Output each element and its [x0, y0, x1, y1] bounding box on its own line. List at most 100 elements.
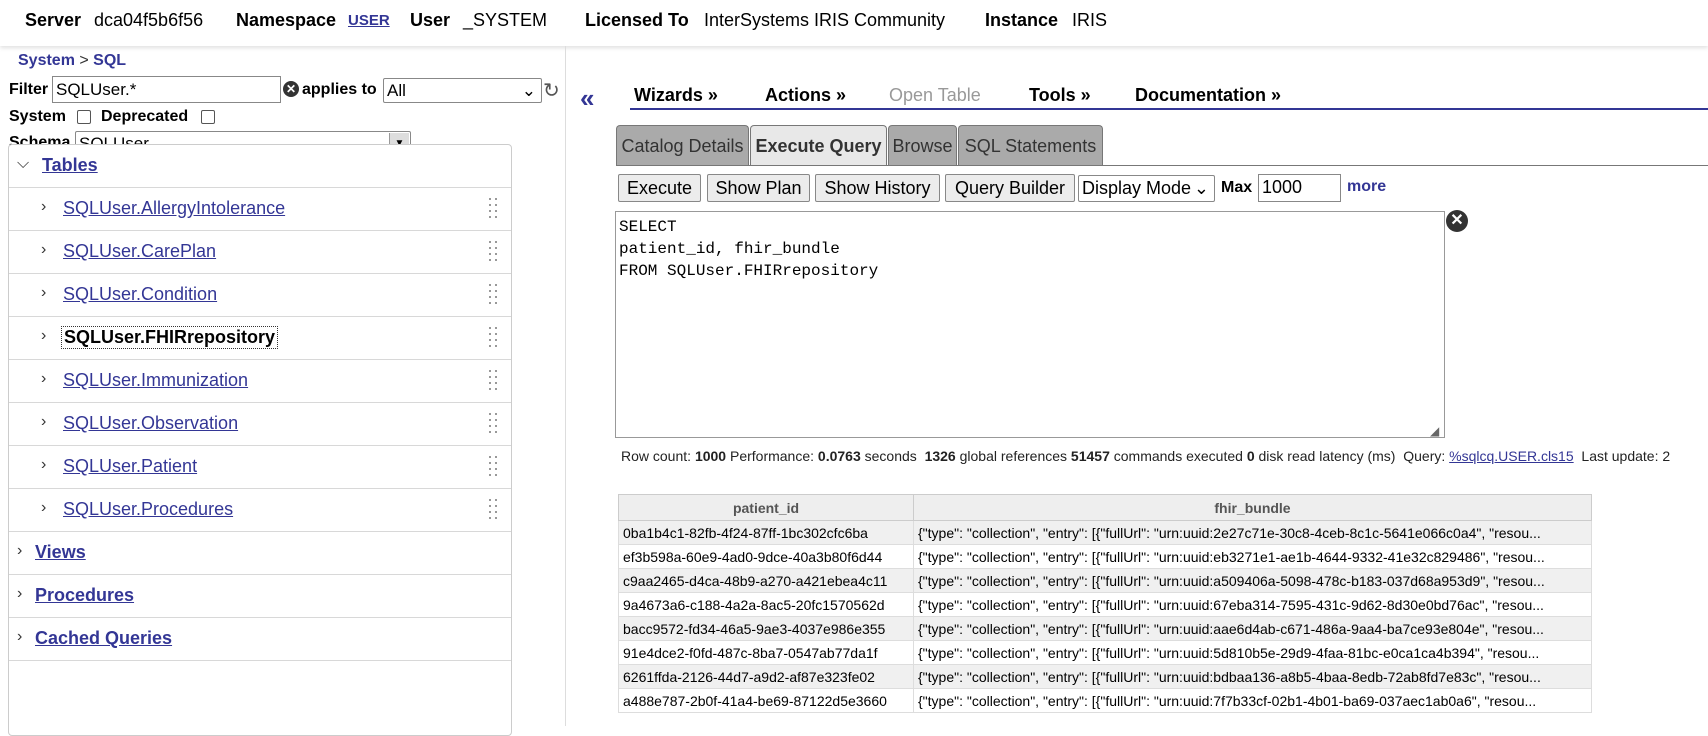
table-header-row: patient_id fhir_bundle: [618, 494, 1592, 521]
performance-label: Performance:: [729, 448, 815, 464]
system-label: System: [9, 108, 66, 125]
table-row: bacc9572-fd34-46a5-9ae3-4037e986e355 {"ty…: [618, 616, 1592, 641]
breadcrumb-system[interactable]: System: [18, 52, 75, 69]
views-link[interactable]: Views: [35, 542, 86, 563]
chevron-right-icon[interactable]: ›: [41, 327, 46, 345]
show-history-button[interactable]: Show History: [815, 174, 940, 202]
more-link[interactable]: more: [1347, 178, 1386, 196]
tab-browse[interactable]: Browse: [888, 125, 957, 165]
chevron-right-icon[interactable]: ›: [41, 413, 46, 431]
chevron-right-icon[interactable]: ›: [17, 628, 22, 646]
pane-divider[interactable]: [565, 46, 566, 726]
disk-latency-value: 0: [1246, 448, 1255, 464]
server-label: Server: [25, 10, 82, 30]
table-row: 6261ffda-2126-44d7-a9d2-af87e323fe02 {"ty…: [618, 664, 1592, 689]
drag-handle-icon[interactable]: [489, 327, 501, 347]
chevron-right-icon[interactable]: ›: [41, 370, 46, 388]
drag-handle-icon[interactable]: [489, 413, 501, 433]
applies-to-select[interactable]: All ⌄: [383, 78, 542, 103]
last-update-label: Last update: 2: [1581, 448, 1671, 464]
cell-fhir-bundle: {"type": "collection", "entry": [{"fullU…: [913, 592, 1592, 617]
clear-filter-icon[interactable]: ✕: [283, 81, 299, 97]
chevron-down-icon[interactable]: ⌵: [17, 155, 29, 173]
table-link-allergyintolerance[interactable]: SQLUser.AllergyIntolerance: [63, 198, 285, 219]
deprecated-checkbox[interactable]: [201, 110, 215, 124]
table-link-immunization[interactable]: SQLUser.Immunization: [63, 370, 248, 391]
cached-queries-link[interactable]: Cached Queries: [35, 628, 172, 649]
namespace-label: Namespace: [236, 10, 337, 30]
tables-section-header[interactable]: ⌵ Tables: [9, 145, 511, 188]
chevron-right-icon[interactable]: ›: [41, 499, 46, 517]
tables-link[interactable]: Tables: [42, 155, 98, 176]
system-header: Server dca04f5b6f56 Namespace USER User …: [0, 0, 1708, 46]
system-checkbox[interactable]: [77, 110, 91, 124]
table-row[interactable]: › SQLUser.CarePlan: [9, 231, 511, 274]
tab-execute-query[interactable]: Execute Query: [750, 125, 887, 166]
collapse-panel-icon[interactable]: «: [580, 83, 594, 114]
table-link-careplan[interactable]: SQLUser.CarePlan: [63, 241, 216, 262]
table-row[interactable]: › SQLUser.Patient: [9, 446, 511, 489]
procedures-link[interactable]: Procedures: [35, 585, 134, 606]
cell-fhir-bundle: {"type": "collection", "entry": [{"fullU…: [913, 664, 1592, 689]
clear-query-icon[interactable]: ✕: [1446, 210, 1468, 232]
table-row[interactable]: › SQLUser.AllergyIntolerance: [9, 188, 511, 231]
chevron-right-icon[interactable]: ›: [41, 241, 46, 259]
breadcrumb-sql[interactable]: SQL: [93, 52, 126, 69]
menu-wizards[interactable]: Wizards »: [634, 85, 718, 106]
cached-queries-section-header[interactable]: › Cached Queries: [9, 618, 511, 661]
menu-actions[interactable]: Actions »: [765, 85, 846, 106]
drag-handle-icon[interactable]: [489, 284, 501, 304]
cell-patient-id: a488e787-2b0f-41a4-be69-87122d5e3660: [618, 688, 914, 713]
table-row: 9a4673a6-c188-4a2a-8ac5-20fc1570562d {"ty…: [618, 592, 1592, 617]
table-row[interactable]: › SQLUser.Immunization: [9, 360, 511, 403]
menu-open-table: Open Table: [889, 85, 981, 105]
chevron-right-icon[interactable]: ›: [17, 585, 22, 603]
chevron-right-icon[interactable]: ›: [41, 284, 46, 302]
table-link-observation[interactable]: SQLUser.Observation: [63, 413, 238, 434]
drag-handle-icon[interactable]: [489, 456, 501, 476]
menu-tools[interactable]: Tools »: [1029, 85, 1091, 106]
show-plan-button[interactable]: Show Plan: [707, 174, 810, 202]
namespace-link[interactable]: USER: [348, 12, 390, 29]
chevron-right-icon[interactable]: ›: [41, 198, 46, 216]
max-rows-input[interactable]: 1000: [1258, 174, 1341, 202]
cell-fhir-bundle: {"type": "collection", "entry": [{"fullU…: [913, 544, 1592, 569]
filter-input[interactable]: SQLUser.*: [52, 76, 281, 103]
query-builder-button[interactable]: Query Builder: [945, 174, 1075, 202]
drag-handle-icon[interactable]: [489, 370, 501, 390]
execute-button[interactable]: Execute: [618, 174, 701, 202]
procedures-section-header[interactable]: › Procedures: [9, 575, 511, 618]
query-stats: Row count: 1000 Performance: 0.0763 seco…: [621, 448, 1670, 464]
column-header-patient-id[interactable]: patient_id: [618, 494, 914, 521]
table-row[interactable]: › SQLUser.Condition: [9, 274, 511, 317]
drag-handle-icon[interactable]: [489, 499, 501, 519]
resize-handle-icon[interactable]: ◢: [1430, 424, 1439, 438]
table-row[interactable]: › SQLUser.Observation: [9, 403, 511, 446]
tab-catalog-details[interactable]: Catalog Details: [616, 125, 749, 165]
display-mode-select[interactable]: Display Mode ⌄: [1078, 175, 1215, 202]
table-row-selected[interactable]: › SQLUser.FHIRrepository: [9, 317, 511, 360]
chevron-right-icon[interactable]: ›: [41, 456, 46, 474]
views-section-header[interactable]: › Views: [9, 532, 511, 575]
chevron-down-icon: ⌄: [1193, 178, 1209, 198]
drag-handle-icon[interactable]: [489, 198, 501, 218]
max-label: Max: [1221, 179, 1253, 196]
chevron-right-icon[interactable]: ›: [17, 542, 22, 560]
table-link-patient[interactable]: SQLUser.Patient: [63, 456, 197, 477]
tab-sql-statements[interactable]: SQL Statements: [958, 125, 1103, 165]
table-link-procedures[interactable]: SQLUser.Procedures: [63, 499, 233, 520]
cached-query-link[interactable]: %sqlcq.USER.cls15: [1449, 448, 1574, 464]
cell-patient-id: c9aa2465-d4ca-48b9-a270-a421ebea4c11: [618, 568, 914, 593]
display-mode-value: Display Mode: [1082, 178, 1192, 198]
chevron-down-icon: ⌄: [521, 81, 536, 100]
server-value: dca04f5b6f56: [94, 10, 204, 30]
menu-documentation[interactable]: Documentation »: [1135, 85, 1281, 106]
drag-handle-icon[interactable]: [489, 241, 501, 261]
table-row[interactable]: › SQLUser.Procedures: [9, 489, 511, 532]
table-link-condition[interactable]: SQLUser.Condition: [63, 284, 217, 305]
column-header-fhir-bundle[interactable]: fhir_bundle: [913, 494, 1592, 521]
applies-to-value: All: [387, 81, 406, 100]
refresh-icon[interactable]: ↻: [543, 78, 560, 103]
table-link-fhirrepository[interactable]: SQLUser.FHIRrepository: [61, 326, 279, 349]
query-textarea[interactable]: SELECT patient_id, fhir_bundle FROM SQLU…: [615, 211, 1445, 438]
